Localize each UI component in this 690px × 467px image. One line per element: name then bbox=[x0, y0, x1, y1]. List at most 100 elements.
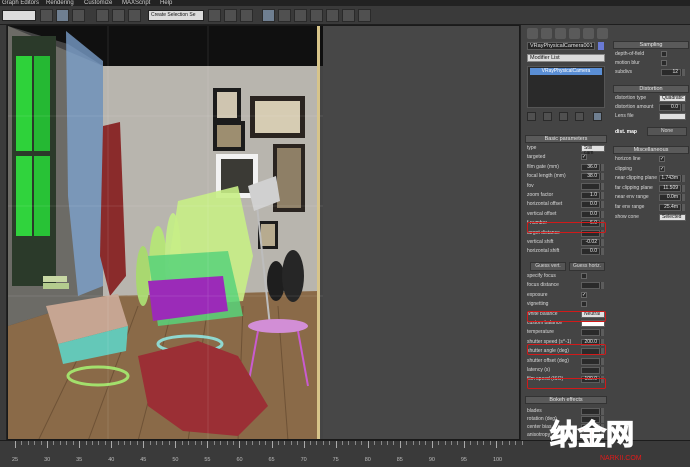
horizontal-offset-spinner-arrows[interactable] bbox=[600, 201, 604, 209]
distortion-header[interactable]: Distortion bbox=[613, 85, 689, 93]
horizontal-shift-spinner-arrows[interactable] bbox=[600, 248, 604, 256]
shutter-offset-deg-spinner[interactable] bbox=[581, 357, 600, 365]
motion-tab-icon[interactable] bbox=[569, 28, 580, 39]
zoom-factor-spinner[interactable]: 1.0 bbox=[581, 192, 600, 199]
focus-distance-spinner-arrows[interactable] bbox=[600, 282, 604, 290]
near-env-range-spinner[interactable]: 0.0m bbox=[659, 194, 681, 202]
remove-modifier-icon[interactable] bbox=[575, 112, 584, 121]
render-setup-icon[interactable] bbox=[310, 9, 323, 22]
temperature-spinner-arrows[interactable] bbox=[600, 329, 604, 337]
far-env-range-spinner-arrows[interactable] bbox=[681, 204, 685, 211]
horizontal-offset-spinner[interactable]: 0.0 bbox=[581, 201, 600, 209]
timeline-tick bbox=[258, 441, 260, 445]
configure-sets-icon[interactable] bbox=[593, 112, 602, 121]
vertical-shift-spinner[interactable]: -0.02 bbox=[581, 239, 600, 246]
vertical-shift-spinner-arrows[interactable] bbox=[600, 239, 604, 246]
rotate-icon[interactable] bbox=[72, 9, 85, 22]
targeted-checkbox[interactable]: ✓ bbox=[581, 154, 587, 161]
create-tab-icon[interactable] bbox=[527, 28, 538, 39]
make-unique-icon[interactable] bbox=[559, 112, 568, 121]
guess-vert-button[interactable]: Guess vert. bbox=[530, 262, 566, 271]
timeline-label: 55 bbox=[204, 457, 211, 463]
timeline-label: 70 bbox=[300, 457, 307, 463]
distortion-type-dropdown[interactable]: Quadratic bbox=[659, 95, 686, 102]
reference-dropdown[interactable] bbox=[2, 10, 36, 21]
type-dropdown[interactable]: Still cam bbox=[581, 145, 605, 156]
distortion-amount-spinner[interactable]: 0.0 bbox=[659, 104, 681, 111]
render-frame-icon[interactable] bbox=[326, 9, 339, 22]
timeline-tick bbox=[124, 441, 125, 445]
stack-item[interactable]: VRayPhysicalCamera bbox=[530, 68, 602, 75]
schematic-view-icon[interactable] bbox=[278, 9, 291, 22]
timeline-tick bbox=[149, 441, 151, 445]
temperature-spinner[interactable] bbox=[581, 329, 600, 337]
dist-map-button[interactable]: None bbox=[647, 127, 687, 136]
depth-of-field-checkbox[interactable] bbox=[661, 51, 667, 57]
show-end-result-icon[interactable] bbox=[543, 112, 552, 121]
distortion-amount-spinner-arrows[interactable] bbox=[681, 104, 685, 111]
display-tab-icon[interactable] bbox=[583, 28, 594, 39]
guess-horiz-button[interactable]: Guess horiz. bbox=[569, 262, 605, 271]
modifier-list-dropdown[interactable]: Modifier List bbox=[527, 54, 605, 62]
pin-stack-icon[interactable] bbox=[527, 112, 536, 121]
utilities-tab-icon[interactable] bbox=[597, 28, 608, 39]
fov-spinner-arrows[interactable] bbox=[600, 182, 604, 190]
zoom-factor-spinner-arrows[interactable] bbox=[600, 192, 604, 199]
vignetting-checkbox[interactable] bbox=[581, 301, 587, 308]
latency-s-spinner[interactable] bbox=[581, 367, 600, 374]
near-clipping-plane-spinner-arrows[interactable] bbox=[681, 175, 685, 183]
clipping-checkbox[interactable]: ✓ bbox=[659, 165, 665, 172]
layer-icon[interactable] bbox=[240, 9, 253, 22]
named-selection-set[interactable]: Create Selection Se bbox=[148, 10, 204, 21]
scale-icon[interactable] bbox=[96, 9, 109, 22]
mirror-icon[interactable] bbox=[208, 9, 221, 22]
modify-tab-icon[interactable] bbox=[541, 28, 552, 39]
exposure-checkbox[interactable]: ✓ bbox=[581, 291, 587, 298]
far-env-range-spinner[interactable]: 25.4m bbox=[659, 204, 681, 211]
white-balance-highlight bbox=[527, 311, 606, 322]
shutter-offset-deg-spinner-arrows[interactable] bbox=[600, 357, 604, 365]
vertical-offset-spinner-arrows[interactable] bbox=[600, 210, 604, 218]
motion-blur-checkbox[interactable] bbox=[661, 60, 667, 66]
near-clipping-plane-spinner[interactable]: 1.743m bbox=[659, 175, 681, 183]
percent-snap-icon[interactable] bbox=[112, 9, 125, 22]
timeline-tick bbox=[342, 441, 344, 445]
subdivs-spinner[interactable]: 12 bbox=[661, 69, 681, 76]
show-cone-dropdown[interactable]: Selected bbox=[659, 213, 686, 221]
viewport-background bbox=[323, 26, 519, 439]
near-env-range-spinner-arrows[interactable] bbox=[681, 194, 685, 202]
snap-icon[interactable] bbox=[40, 9, 53, 22]
teapot-icon[interactable] bbox=[358, 9, 371, 22]
render-icon[interactable] bbox=[342, 9, 355, 22]
watermark-sub: NARKII.COM bbox=[600, 455, 642, 462]
align-icon[interactable] bbox=[224, 9, 237, 22]
lens-file-field[interactable] bbox=[659, 113, 686, 120]
hierarchy-tab-icon[interactable] bbox=[555, 28, 566, 39]
curve-editor-icon[interactable] bbox=[262, 9, 275, 22]
fov-spinner[interactable] bbox=[581, 182, 600, 190]
material-editor-icon[interactable] bbox=[294, 9, 307, 22]
object-color-swatch[interactable] bbox=[598, 42, 604, 50]
focus-distance-spinner[interactable] bbox=[581, 282, 600, 290]
film-gate-mm-spinner[interactable]: 36.0 bbox=[581, 163, 600, 171]
timeline-tick bbox=[91, 441, 93, 445]
specify-focus-checkbox[interactable] bbox=[581, 273, 587, 279]
sampling-header[interactable]: Sampling bbox=[613, 41, 689, 49]
far-clipping-plane-spinner-arrows[interactable] bbox=[681, 184, 685, 192]
focal-length-mm-spinner-arrows[interactable] bbox=[600, 173, 604, 181]
subdivs-spinner-arrows[interactable] bbox=[681, 69, 685, 76]
far-clipping-plane-spinner[interactable]: 11.509 bbox=[659, 184, 681, 192]
miscellaneous-header[interactable]: Miscellaneous bbox=[613, 146, 689, 154]
horizontal-shift-spinner[interactable]: 0.0 bbox=[581, 248, 600, 256]
vertical-offset-spinner[interactable]: 0.0 bbox=[581, 210, 600, 218]
bokeh-header[interactable]: Bokeh effects bbox=[525, 396, 607, 404]
focal-length-mm-spinner[interactable]: 38.0 bbox=[581, 173, 600, 181]
latency-s-spinner-arrows[interactable] bbox=[600, 367, 604, 374]
horizon-line-checkbox[interactable]: ✓ bbox=[659, 156, 665, 162]
object-name-field[interactable]: VRayPhysicalCamera001 bbox=[527, 42, 595, 50]
basic-parameters-header[interactable]: Basic parameters bbox=[525, 135, 607, 143]
film-gate-mm-spinner-arrows[interactable] bbox=[600, 163, 604, 171]
spinner-snap-icon[interactable] bbox=[128, 9, 141, 22]
select-move-icon[interactable] bbox=[56, 9, 69, 22]
camera-viewport[interactable] bbox=[7, 25, 520, 440]
